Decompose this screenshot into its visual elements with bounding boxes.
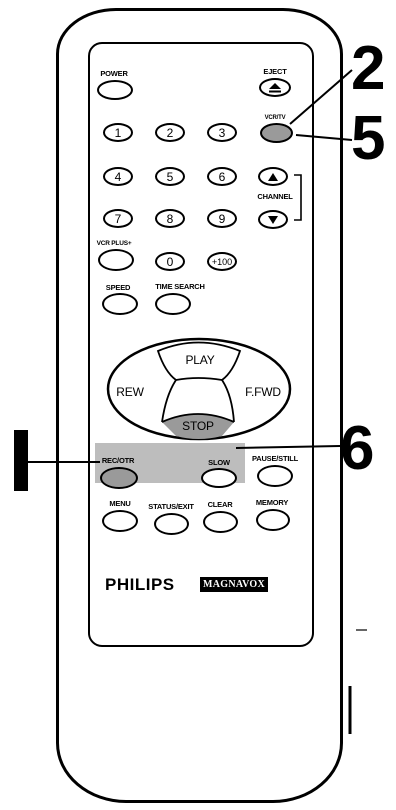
callout-lines: [28, 69, 367, 734]
